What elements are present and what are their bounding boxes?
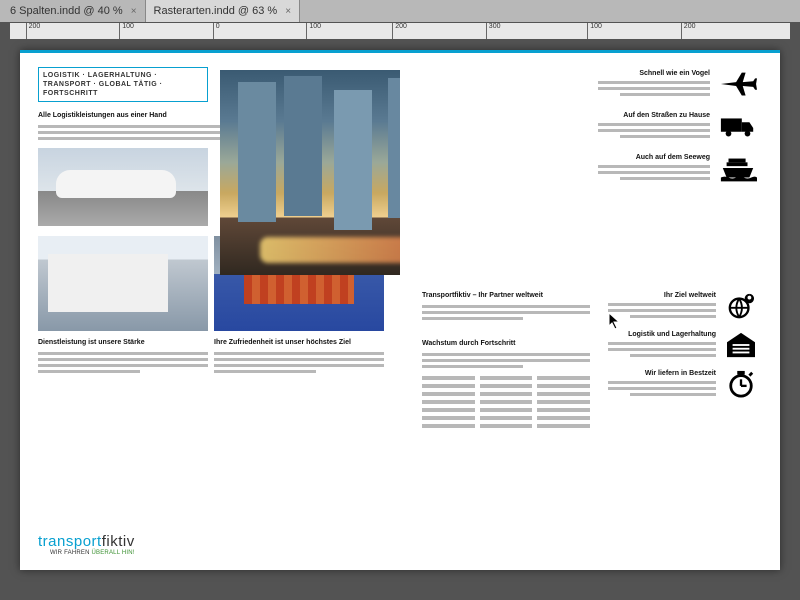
heading: Auch auf dem Seeweg [598,154,710,161]
body-text-placeholder [422,305,590,320]
close-icon[interactable]: × [131,6,137,17]
page-right[interactable]: Schnell wie ein Vogel Auf den Straßen zu… [400,50,780,570]
globe-pin-icon [724,292,758,320]
ship-icon [718,154,758,184]
body-text-placeholder [422,353,590,368]
heading: Wir liefern in Bestzeit [608,370,716,377]
body-text-placeholder [38,352,208,373]
heading: Dienstleistung ist unsere Stärke [38,339,208,346]
truck-icon [718,112,758,142]
bullet-columns [422,376,590,432]
heading: Logistik und Lagerhaltung [608,331,716,338]
logo: transportfiktiv WIR FAHREN ÜBERALL HIN! [38,533,135,556]
document-spread: LOGISTIK · LAGERHALTUNG · TRANSPORT · GL… [20,50,780,570]
tab-label: 6 Spalten.indd @ 40 % [10,5,123,17]
body-text-placeholder [214,352,384,373]
canvas[interactable]: LOGISTIK · LAGERHALTUNG · TRANSPORT · GL… [0,40,800,600]
heading: Ihre Zufriedenheit ist unser höchstes Zi… [214,339,384,346]
airplane-icon [718,70,758,100]
tagline-box: LOGISTIK · LAGERHALTUNG · TRANSPORT · GL… [38,67,208,102]
ruler-horizontal[interactable]: 200 100 0 100 200 300 100 200 [0,22,800,40]
heading: Wachstum durch Fortschritt [422,340,590,347]
close-icon[interactable]: × [285,6,291,17]
warehouse-icon [724,331,758,359]
page-left[interactable]: LOGISTIK · LAGERHALTUNG · TRANSPORT · GL… [20,50,400,570]
tab-bar: 6 Spalten.indd @ 40 % × Rasterarten.indd… [0,0,800,22]
tab-6-spalten[interactable]: 6 Spalten.indd @ 40 % × [2,0,146,22]
image-truck [38,236,208,331]
image-airplane [38,148,208,226]
tab-label: Rasterarten.indd @ 63 % [154,5,278,17]
heading: Schnell wie ein Vogel [598,70,710,77]
heading: Auf den Straßen zu Hause [598,112,710,119]
heading: Transportfiktiv – Ihr Partner weltweit [422,292,590,299]
tab-rasterarten[interactable]: Rasterarten.indd @ 63 % × [146,0,301,22]
heading: Ihr Ziel weltweit [608,292,716,299]
stopwatch-icon [724,370,758,398]
